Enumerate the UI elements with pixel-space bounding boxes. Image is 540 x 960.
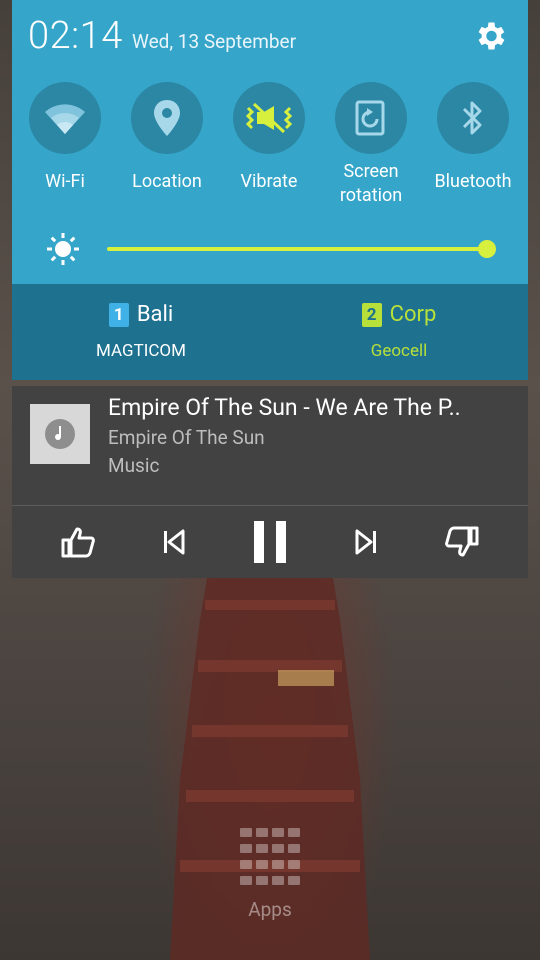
wifi-toggle[interactable]: Wi-Fi bbox=[14, 82, 116, 212]
location-icon bbox=[154, 100, 180, 136]
apps-grid-icon[interactable] bbox=[238, 828, 302, 890]
sim-1-card[interactable]: 1 Bali MAGTICOM bbox=[12, 302, 270, 361]
wifi-label: Wi-Fi bbox=[45, 171, 85, 192]
vibrate-icon bbox=[245, 102, 293, 134]
pause-button[interactable] bbox=[244, 520, 296, 564]
thumbs-up-button[interactable] bbox=[52, 520, 104, 564]
apps-label[interactable]: Apps bbox=[236, 898, 304, 921]
location-label: Location bbox=[132, 171, 202, 192]
divider bbox=[12, 505, 528, 506]
brightness-slider-thumb[interactable] bbox=[478, 240, 496, 258]
screen-rotation-icon bbox=[355, 100, 385, 136]
location-toggle[interactable]: Location bbox=[116, 82, 218, 212]
next-icon bbox=[355, 529, 376, 555]
settings-gear-icon[interactable] bbox=[472, 18, 508, 54]
sim-2-badge: 2 bbox=[361, 302, 382, 327]
thumbs-up-icon bbox=[61, 527, 95, 558]
brightness-icon bbox=[47, 233, 79, 265]
previous-icon bbox=[164, 529, 185, 555]
vibrate-toggle[interactable]: Vibrate bbox=[218, 82, 320, 212]
brightness-slider[interactable] bbox=[107, 247, 487, 251]
vibrate-label: Vibrate bbox=[240, 171, 298, 192]
clock: 02:14 bbox=[28, 14, 123, 58]
track-artist: Empire Of The Sun bbox=[108, 426, 265, 449]
album-art bbox=[30, 404, 90, 464]
sim-1-name: Bali bbox=[136, 302, 174, 327]
screen-rotation-label: Screen rotation bbox=[339, 161, 403, 206]
screen-rotation-toggle[interactable]: Screen rotation bbox=[320, 82, 422, 212]
bluetooth-toggle[interactable]: Bluetooth bbox=[422, 82, 524, 212]
sim-1-badge: 1 bbox=[108, 302, 129, 327]
sim-2-name: Corp bbox=[389, 302, 437, 327]
sim-selector: 1 Bali MAGTICOM 2 Corp Geocell bbox=[12, 284, 528, 380]
music-notification[interactable]: Empire Of The Sun - We Are The P.. Empir… bbox=[12, 386, 528, 578]
wifi-icon bbox=[45, 104, 85, 134]
thumbs-down-icon bbox=[445, 526, 479, 557]
date-label: Wed, 13 September bbox=[132, 30, 297, 53]
sim-2-card[interactable]: 2 Corp Geocell bbox=[270, 302, 528, 361]
bluetooth-icon bbox=[462, 101, 482, 135]
thumbs-down-button[interactable] bbox=[436, 520, 488, 564]
pause-icon bbox=[254, 521, 286, 563]
music-note-icon bbox=[55, 426, 62, 441]
sim-2-carrier: Geocell bbox=[370, 341, 428, 361]
track-title: Empire Of The Sun - We Are The P.. bbox=[108, 394, 461, 421]
next-button[interactable] bbox=[340, 520, 392, 564]
source-app: Music bbox=[108, 454, 160, 477]
previous-button[interactable] bbox=[148, 520, 200, 564]
sim-1-carrier: MAGTICOM bbox=[96, 341, 186, 361]
bluetooth-label: Bluetooth bbox=[434, 171, 512, 192]
